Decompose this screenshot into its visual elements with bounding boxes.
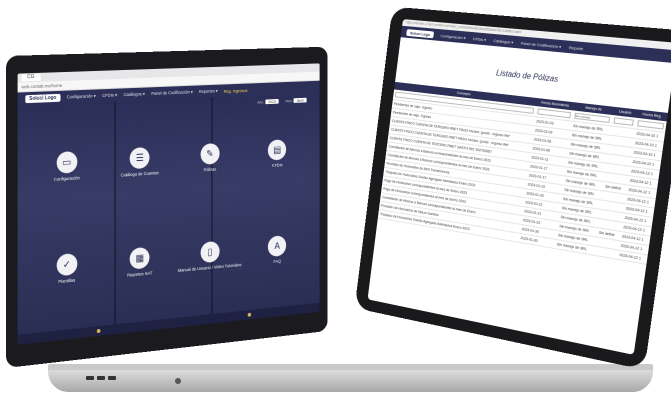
nav-panel-codificacion[interactable]: Panel de Codificación ▾ — [151, 89, 193, 96]
tile-reportes-sat[interactable]: ▦ Reportes SAT — [104, 209, 176, 316]
nav-cfdis[interactable]: CFDIs ▾ — [473, 36, 487, 42]
polizas-table: Concepto Fecha Movimiento Manejo de Usua… — [377, 81, 668, 265]
nav-reg-ingresos[interactable]: Reg. Ingresos — [224, 88, 248, 94]
year-value: 2023 — [264, 98, 280, 105]
usb-port — [108, 376, 116, 380]
month-select[interactable]: Mes Abril — [285, 97, 307, 104]
notebook-icon: ☰ — [129, 146, 150, 170]
month-label: Mes — [285, 98, 292, 104]
app-logo[interactable]: Soluci Logo — [406, 28, 435, 38]
tile-label: FAQ — [273, 258, 281, 265]
usb-port — [97, 376, 105, 380]
usb-port — [86, 376, 94, 380]
module-grid: ▭ Configuración ☰ Catálogo de Cuentas ✎ … — [29, 104, 310, 324]
tile-label: Reportes SAT — [127, 270, 153, 278]
footer-icon — [96, 328, 101, 334]
tile-label: Catálogo de Cuentas — [120, 170, 159, 178]
laptop-screen: CG web.contab.mx/home Soluci Logo Config… — [17, 63, 320, 345]
footer-icon — [247, 312, 251, 317]
browser-tab[interactable]: CG — [21, 73, 41, 82]
monitor-icon: ▭ — [56, 150, 78, 174]
document-icon: ▤ — [268, 139, 287, 161]
tile-manual-usuario[interactable]: ▯ Manual de Usuario / Video Tutoriales — [175, 204, 244, 308]
month-value: Abril — [293, 97, 307, 103]
laptop-lid: CG web.contab.mx/home Soluci Logo Config… — [6, 46, 328, 368]
tile-label: Pólizas — [203, 166, 217, 173]
checklist-icon: ✓ — [56, 252, 78, 277]
nav-configuracion[interactable]: Configuración ▾ — [67, 93, 96, 100]
tile-faq[interactable]: A FAQ — [244, 199, 310, 301]
year-label: Año — [257, 99, 264, 105]
tablet-screen: https://dj-web-2-fact-contab.mx/index_co… — [367, 19, 671, 355]
tile-polizas[interactable]: ✎ Pólizas — [175, 107, 244, 209]
tile-configuracion[interactable]: ▭ Configuración — [29, 114, 104, 221]
laptop-ports — [86, 376, 116, 380]
url-text: web.contab.mx/home — [21, 82, 63, 90]
nav-reportes[interactable]: Reportes ▾ — [199, 88, 218, 94]
calculator-icon: ▦ — [129, 246, 150, 270]
nav-panel-codificacion[interactable]: Panel de Codificación ▾ — [521, 40, 562, 49]
app-logo[interactable]: Soluci Logo — [25, 93, 61, 104]
faq-icon: A — [268, 235, 287, 258]
book-icon: ▯ — [200, 240, 220, 264]
tile-label: Plantillas — [58, 277, 76, 285]
tile-cfdis[interactable]: ▤ CFDIs — [244, 104, 310, 204]
tile-plantillas[interactable]: ✓ Plantillas — [29, 215, 104, 324]
headphone-jack — [175, 378, 181, 384]
nav-reportes[interactable]: Reporte — [569, 44, 584, 50]
year-select[interactable]: Año 2023 — [257, 98, 280, 105]
laptop-base — [48, 370, 653, 392]
nav-configuracion[interactable]: Configuración ▾ — [440, 33, 466, 40]
tablet-device: https://dj-web-2-fact-contab.mx/index_co… — [354, 6, 671, 370]
filter-input[interactable] — [637, 120, 665, 130]
nav-cfdis[interactable]: CFDIs ▾ — [102, 93, 117, 99]
tile-label: Configuración — [53, 175, 80, 182]
tile-label: Manual de Usuario / Video Tutoriales — [177, 262, 242, 273]
tile-label: CFDIs — [271, 162, 283, 168]
edit-document-icon: ✎ — [200, 142, 220, 165]
filter-input[interactable] — [613, 117, 635, 126]
nav-catalogos[interactable]: Catálogos ▾ — [493, 37, 513, 44]
tile-catalogo-cuentas[interactable]: ☰ Catálogo de Cuentas — [104, 110, 176, 214]
nav-catalogos[interactable]: Catálogos ▾ — [123, 91, 144, 98]
